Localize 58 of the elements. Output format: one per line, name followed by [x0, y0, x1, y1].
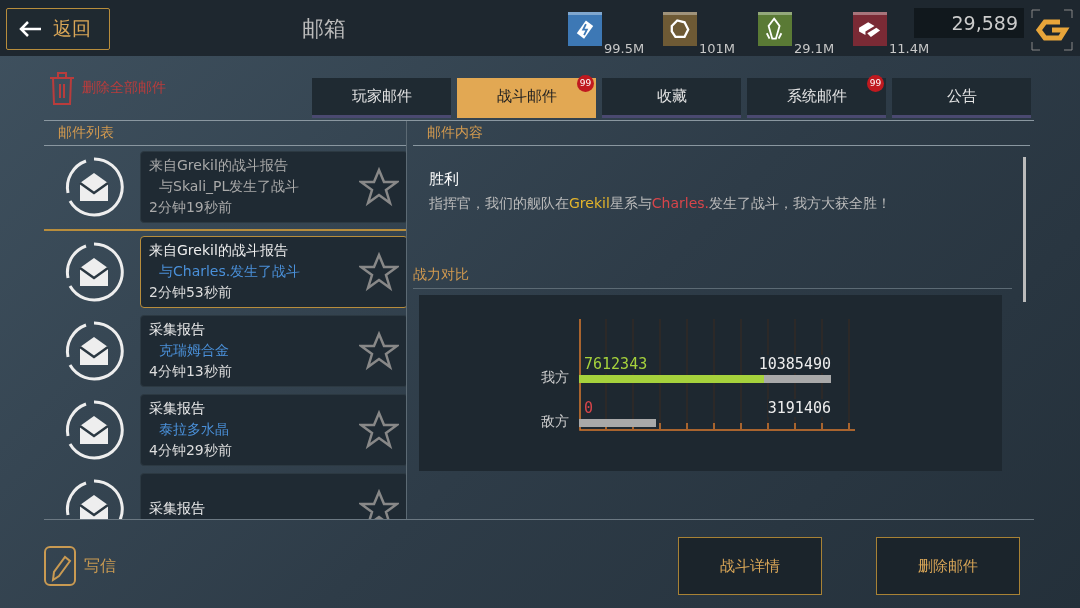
star-icon[interactable]: [359, 252, 399, 292]
side-label: 我方: [541, 369, 570, 387]
mail-item[interactable]: 采集报告 克瑞姆合金 4分钟13秒前: [140, 315, 406, 387]
back-button[interactable]: 返回: [6, 8, 110, 50]
coin-logo-icon[interactable]: [1030, 8, 1074, 52]
power-total: 10385490: [758, 355, 831, 373]
star-icon[interactable]: [359, 489, 399, 519]
mail-tab[interactable]: 战斗邮件 99: [457, 78, 596, 118]
resource-amount: 99.5M: [604, 41, 645, 56]
write-link[interactable]: 写信: [84, 555, 116, 577]
resource-icon: [758, 12, 792, 46]
unread-badge: 99: [577, 75, 594, 92]
mail-item[interactable]: 采集报告: [140, 473, 406, 519]
mail-title: 来自Grekil的战斗报告: [149, 157, 289, 175]
mail-item[interactable]: 采集报告 泰拉多水晶 4分钟29秒前: [140, 394, 406, 466]
currency-amount: 29,589: [914, 8, 1024, 38]
resource-amount: 29.1M: [794, 41, 835, 56]
action-button[interactable]: 删除邮件: [876, 537, 1020, 595]
star-icon[interactable]: [359, 410, 399, 450]
window-title: 邮箱: [302, 15, 347, 43]
mail-tab[interactable]: 公告: [892, 78, 1031, 118]
pencil-icon[interactable]: [44, 546, 76, 586]
mail-item[interactable]: 来自Grekil的战斗报告 与Charles.发生了战斗 2分钟53秒前: [140, 236, 406, 308]
mail-time: 2分钟53秒前: [149, 284, 233, 302]
power-heading: 战力对比: [413, 252, 1012, 289]
mail-time: 4分钟13秒前: [149, 363, 233, 381]
resource-amount: 11.4M: [889, 41, 930, 56]
content-heading: 邮件内容: [413, 121, 1030, 146]
resource-icon: [853, 12, 887, 46]
mail-title: 采集报告: [149, 400, 206, 418]
side-label: 敌方: [541, 413, 570, 431]
action-button[interactable]: 战斗详情: [678, 537, 822, 595]
mail-subtitle: 泰拉多水晶: [158, 421, 230, 439]
mail-time: 2分钟19秒前: [149, 199, 233, 217]
mail-subject: 胜利: [429, 170, 460, 189]
mail-subtitle: 与Charles.发生了战斗: [158, 263, 302, 281]
resource-icon: [663, 12, 697, 46]
power-value: 7612343: [583, 355, 649, 373]
mail-subtitle: 克瑞姆合金: [158, 342, 230, 360]
resource-icon: [568, 12, 602, 46]
mail-title: 采集报告: [149, 500, 206, 518]
mail-title: 来自Grekil的战斗报告: [149, 242, 289, 260]
mail-title: 采集报告: [149, 321, 206, 339]
power-total: 3191406: [767, 399, 831, 417]
star-icon[interactable]: [359, 331, 399, 371]
scroll-bar[interactable]: [1023, 157, 1026, 302]
mail-tab[interactable]: 玩家邮件: [312, 78, 451, 118]
mail-item[interactable]: 来自Grekil的战斗报告 与Skali_PL发生了战斗 2分钟19秒前: [140, 151, 406, 223]
back-arrow-icon: [17, 19, 43, 39]
mail-time: 4分钟29秒前: [149, 442, 233, 460]
mail-tab[interactable]: 系统邮件 99: [747, 78, 886, 118]
list-heading: 邮件列表: [44, 121, 406, 146]
resource-amount: 101M: [699, 41, 736, 56]
mail-subtitle: 与Skali_PL发生了战斗: [158, 178, 301, 196]
unread-badge: 99: [867, 75, 884, 92]
star-icon[interactable]: [359, 167, 399, 207]
mail-tab[interactable]: 收藏: [602, 78, 741, 118]
mail-body: 指挥官，我们的舰队在Grekil星系与Charles.发生了战斗，我方大获全胜！: [429, 195, 893, 213]
